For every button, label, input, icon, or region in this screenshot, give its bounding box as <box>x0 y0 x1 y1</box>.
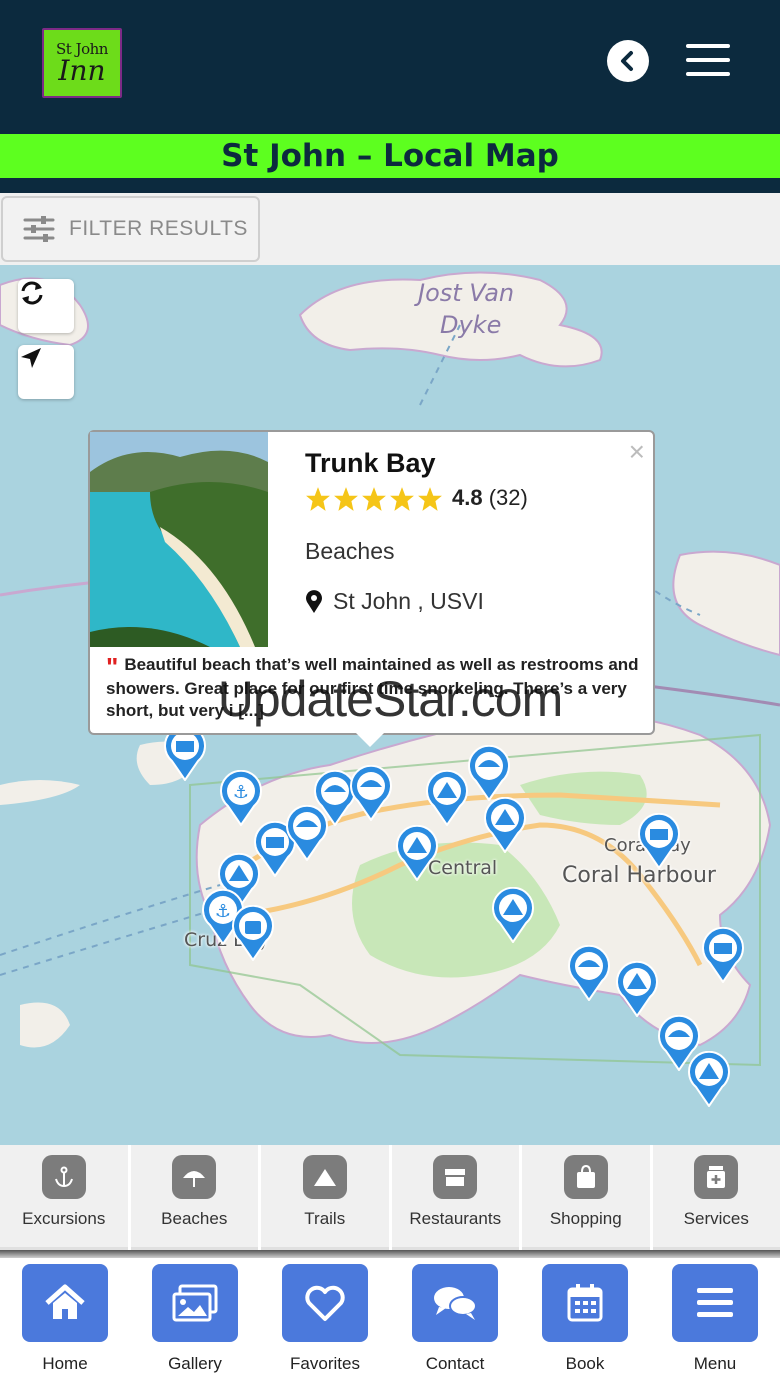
logo[interactable]: St John Inn <box>42 28 122 98</box>
calendar-icon <box>567 1284 603 1322</box>
back-button[interactable] <box>607 40 649 82</box>
store-icon <box>445 1169 466 1186</box>
category-excursions[interactable]: Excursions <box>0 1145 131 1250</box>
nav-label: Menu <box>693 1354 737 1373</box>
shopping-bag-icon <box>576 1164 595 1188</box>
category-beaches[interactable]: Beaches <box>130 1145 261 1250</box>
category-bar: Excursions Beaches Trails Restaurants Sh… <box>0 1145 780 1250</box>
locate-button[interactable] <box>18 345 74 399</box>
map-label-jost-van: Jost Van <box>418 279 515 307</box>
svg-text:⚓: ⚓ <box>233 782 249 802</box>
category-label: Beaches <box>161 1209 228 1228</box>
map-pin-trail[interactable] <box>686 1051 732 1107</box>
category-trails[interactable]: Trails <box>261 1145 392 1250</box>
category-restaurants[interactable]: Restaurants <box>391 1145 522 1250</box>
category-label: Restaurants <box>409 1209 502 1228</box>
title-banner: St John – Local Map <box>0 134 780 178</box>
chevron-left-icon <box>621 51 633 71</box>
place-name: Trunk Bay <box>305 448 436 478</box>
anchor-icon <box>54 1166 73 1188</box>
category-label: Trails <box>304 1209 346 1228</box>
nav-label: Book <box>565 1354 605 1373</box>
place-category: Beaches <box>305 538 395 564</box>
star-rating <box>305 486 443 512</box>
filter-label: FILTER RESULTS <box>69 217 248 240</box>
chat-icon <box>434 1287 477 1320</box>
home-icon <box>45 1284 85 1319</box>
star-icon <box>390 487 414 511</box>
nav-favorites[interactable]: Favorites <box>260 1258 390 1387</box>
clinic-icon <box>707 1166 726 1188</box>
star-icon <box>418 487 442 511</box>
place-location: St John , USVI <box>305 588 484 615</box>
hamburger-icon <box>686 44 730 48</box>
umbrella-icon <box>183 1171 206 1187</box>
place-photo <box>90 432 268 647</box>
nav-label: Gallery <box>168 1354 222 1373</box>
watermark: UpdateStar.com <box>217 671 564 727</box>
page-title: St John – Local Map <box>221 138 559 174</box>
nav-label: Home <box>42 1354 88 1373</box>
map-label-dyke: Dyke <box>440 311 502 339</box>
nav-menu[interactable]: Menu <box>650 1258 780 1387</box>
star-icon <box>362 487 386 511</box>
map-pin-trail[interactable] <box>394 825 440 881</box>
map-pin-trail[interactable] <box>614 961 660 1017</box>
refresh-button[interactable] <box>18 279 74 333</box>
filter-results-button[interactable]: FILTER RESULTS <box>1 196 260 262</box>
menu-icon <box>697 1288 733 1317</box>
map-marker-icon <box>306 589 322 613</box>
mountain-icon <box>313 1169 336 1186</box>
map-pin-shopping[interactable] <box>230 905 276 961</box>
review-count: (32) <box>488 485 528 510</box>
bottom-nav: Home Gallery Favorites Contact Book Menu <box>0 1258 780 1387</box>
svg-text:⚓: ⚓ <box>215 901 231 921</box>
logo-bottom-text: Inn <box>58 53 106 87</box>
map-pin-beach[interactable] <box>566 945 612 1001</box>
refresh-icon <box>21 281 43 305</box>
category-label: Excursions <box>22 1209 106 1228</box>
star-icon <box>334 487 358 511</box>
map-pin-restaurant[interactable] <box>700 927 746 983</box>
map-pin-excursion[interactable]: ⚓ <box>218 770 264 826</box>
popup-pointer <box>356 733 384 747</box>
category-label: Services <box>683 1209 749 1228</box>
rating-value: 4.8 <box>452 485 483 510</box>
star-icon <box>306 487 330 511</box>
map-pin-trail[interactable] <box>490 887 536 943</box>
map-pin-trail[interactable] <box>482 797 528 853</box>
category-label: Shopping <box>549 1209 622 1228</box>
nav-gallery[interactable]: Gallery <box>130 1258 260 1387</box>
nav-home[interactable]: Home <box>0 1258 130 1387</box>
location-text: St John , USVI <box>333 588 484 614</box>
location-arrow-icon <box>21 348 41 368</box>
nav-contact[interactable]: Contact <box>390 1258 520 1387</box>
gallery-icon <box>172 1284 218 1322</box>
nav-book[interactable]: Book <box>520 1258 650 1387</box>
sliders-icon <box>23 216 55 242</box>
map-pin-beach[interactable] <box>466 745 512 801</box>
nav-label: Favorites <box>290 1354 360 1373</box>
rating-text: 4.8 (32) <box>452 485 528 511</box>
map-pin-restaurant[interactable] <box>636 813 682 869</box>
category-services[interactable]: Services <box>652 1145 780 1250</box>
map-pin-beach[interactable] <box>348 765 394 821</box>
app-header: St John Inn <box>0 0 780 123</box>
close-icon[interactable]: × <box>629 438 645 466</box>
heart-icon <box>305 1285 345 1321</box>
category-shopping[interactable]: Shopping <box>522 1145 653 1250</box>
nav-label: Contact <box>425 1354 485 1373</box>
hamburger-button[interactable] <box>686 40 730 80</box>
divider <box>0 1250 780 1258</box>
map-pin-trail[interactable] <box>424 770 470 826</box>
